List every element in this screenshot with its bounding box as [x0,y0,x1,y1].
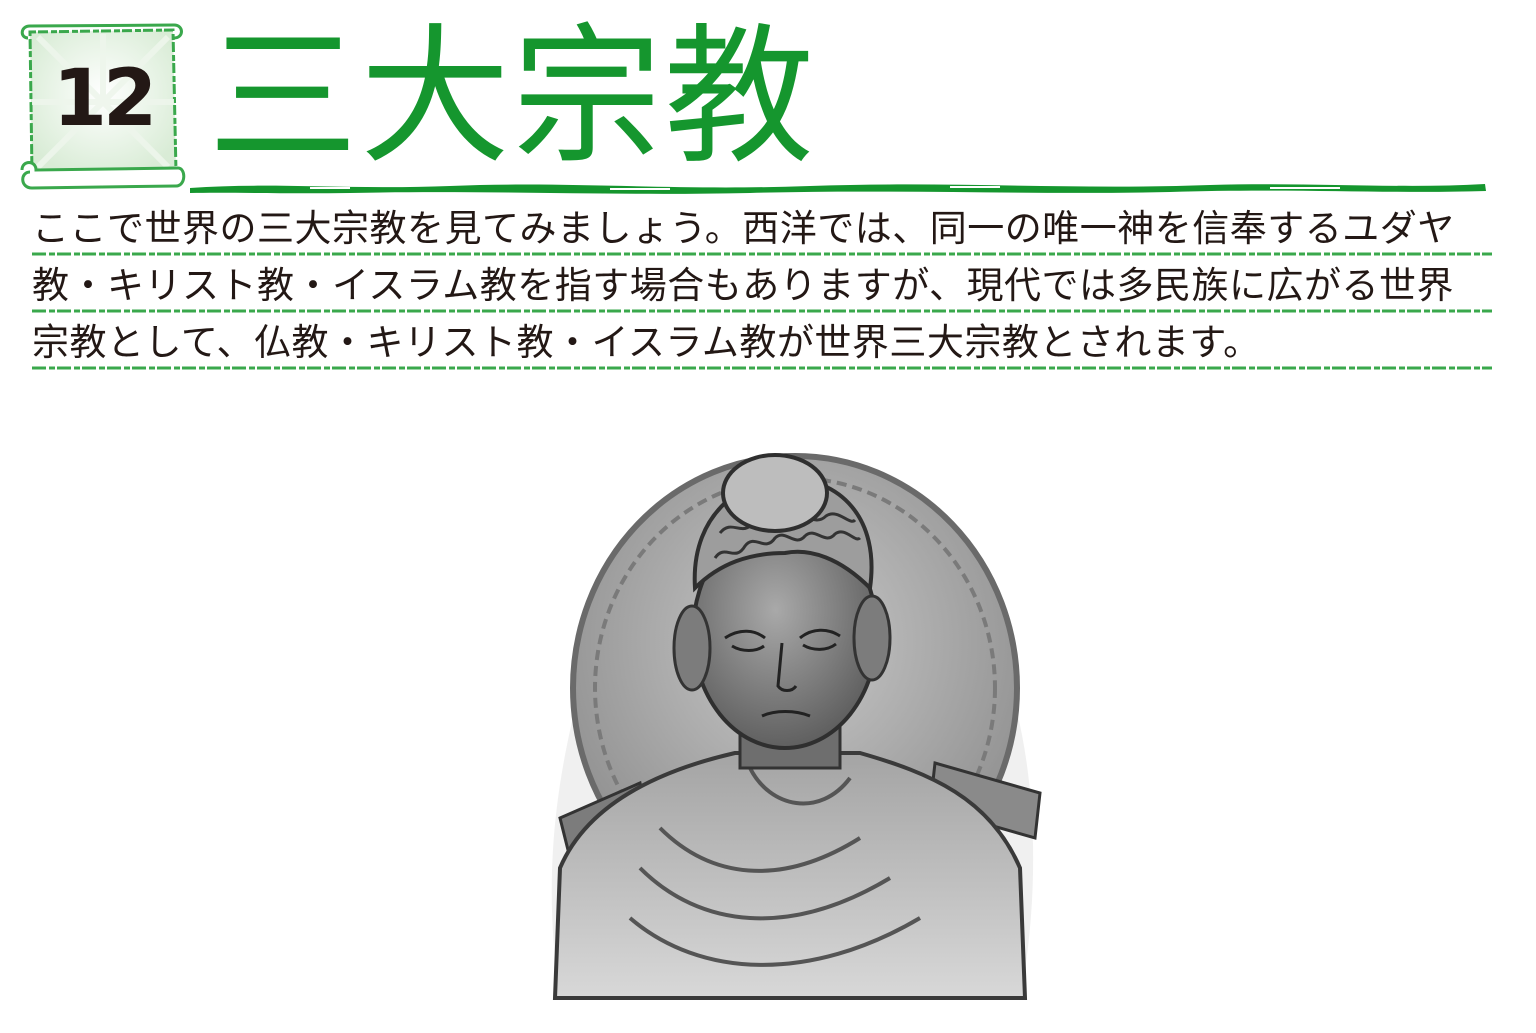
buddha-statue-illustration [551,453,1042,1000]
text-line-content: 教・キリスト教・イスラム教を指す場合もありますが、現代では多民族に広がる世界 [32,264,1455,307]
intro-paragraph: ここで世界の三大宗教を見てみましょう。西洋では、同一の唯一神を信奉するユダヤ 教… [32,200,1502,371]
text-line: 宗教として、仏教・キリスト教・イスラム教が世界三大宗教とされます。 [32,314,1502,371]
text-line: 教・キリスト教・イスラム教を指す場合もありますが、現代では多民族に広がる世界 [32,257,1502,314]
text-line-content: 宗教として、仏教・キリスト教・イスラム教が世界三大宗教とされます。 [32,321,1261,364]
page-title: 三大宗教 [208,11,817,185]
text-line: ここで世界の三大宗教を見てみましょう。西洋では、同一の唯一神を信奉するユダヤ [32,200,1502,257]
text-line-content: ここで世界の三大宗教を見てみましょう。西洋では、同一の唯一神を信奉するユダヤ [32,207,1455,250]
green-dashed-underline [32,366,1492,370]
chapter-number: 12 [52,54,158,144]
title-brush-divider [190,184,1486,194]
chapter-badge: 12 [18,22,188,197]
